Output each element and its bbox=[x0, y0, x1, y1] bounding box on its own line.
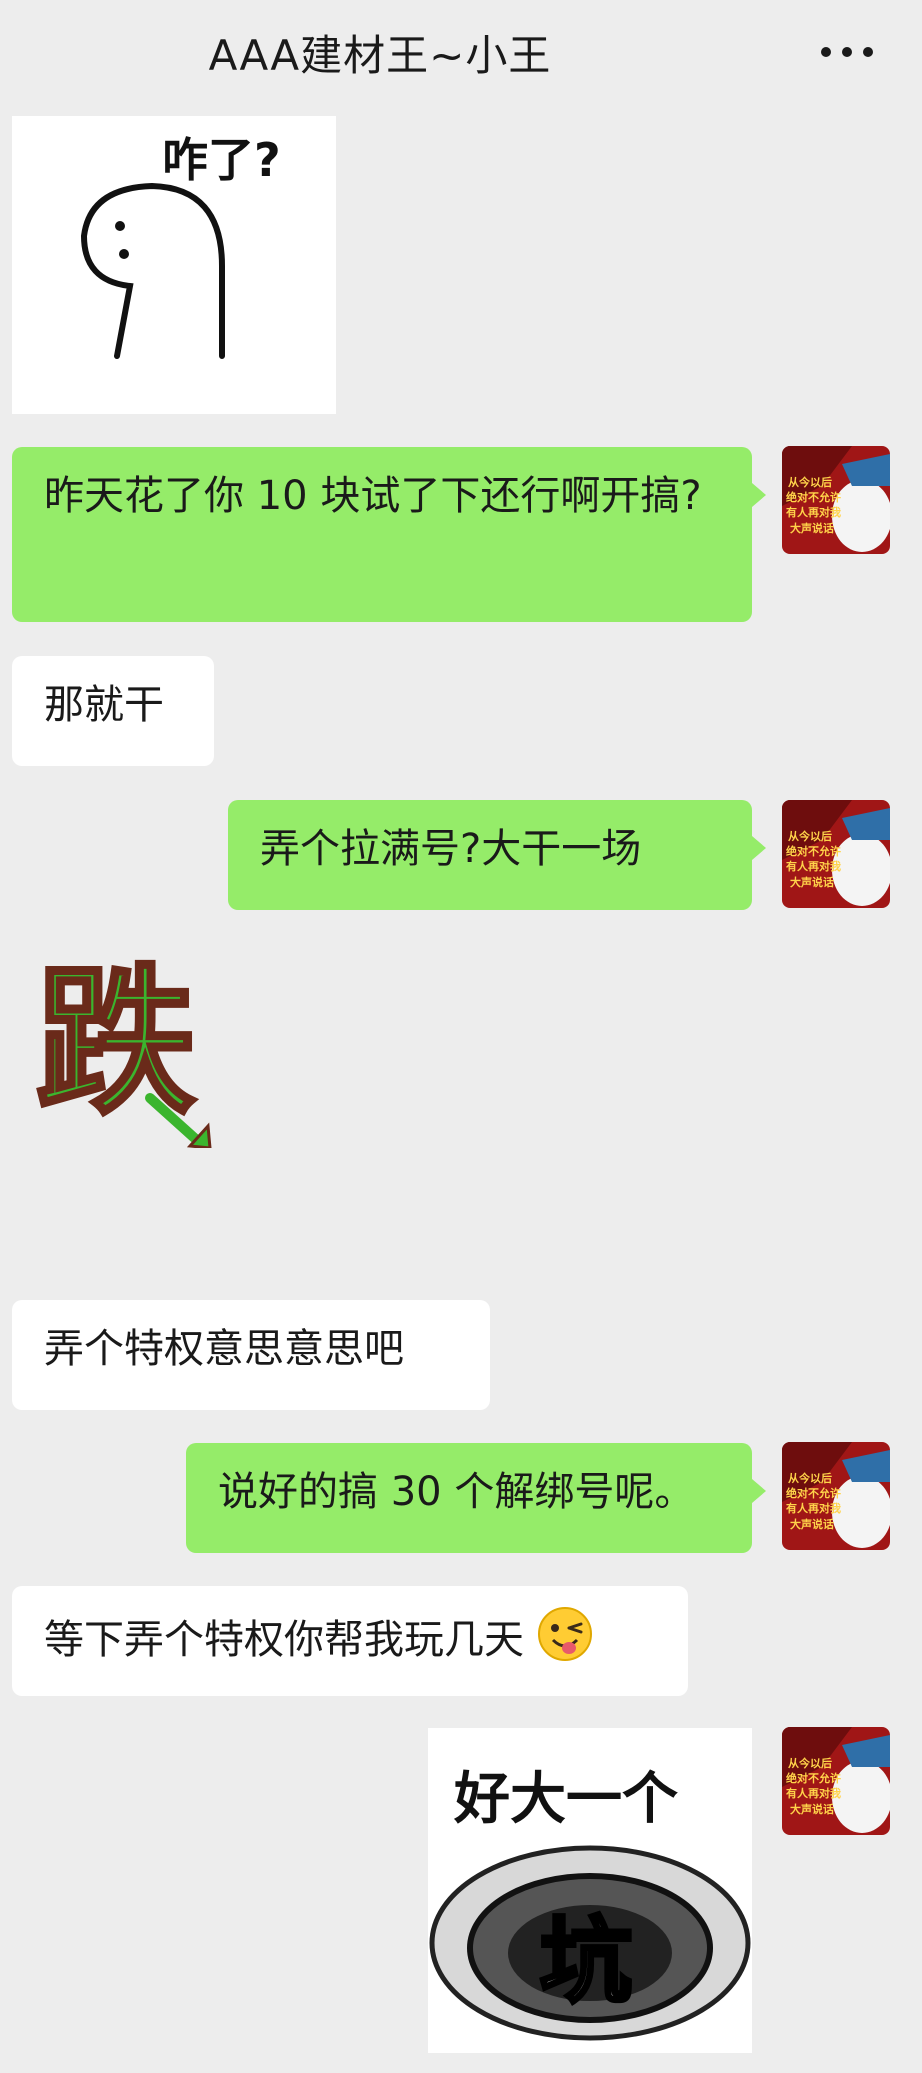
message-text: 弄个特权意思意思吧 bbox=[44, 1326, 404, 1372]
message-text: 说好的搞 30 个解绑号呢。 bbox=[218, 1469, 695, 1515]
avatar-text-3: 有人再对我 bbox=[786, 1501, 841, 1515]
avatar-text-2: 绝对不允许 bbox=[786, 844, 841, 858]
avatar-text-4: 大声说话 bbox=[790, 1802, 834, 1816]
message-bubble-sent[interactable]: 昨天花了你 10 块试了下还行啊开搞? bbox=[12, 447, 766, 622]
sticker-zale-text: 咋了? bbox=[162, 133, 281, 187]
avatar-text-1: 从今以后 bbox=[788, 1471, 832, 1485]
sticker-hole-text-1: 好大一个 bbox=[453, 1767, 678, 1832]
more-dots-icon[interactable] bbox=[812, 30, 882, 60]
message-bubble-sent[interactable]: 弄个拉满号?大干一场 bbox=[228, 800, 766, 910]
sticker-die[interactable]: 跌 bbox=[30, 947, 220, 1150]
avatar-text-1: 从今以后 bbox=[788, 829, 832, 843]
avatar-text-3: 有人再对我 bbox=[786, 1786, 841, 1800]
sticker-hole-text-2: 坑 bbox=[540, 1908, 632, 2015]
avatar[interactable]: 从今以后 绝对不允许 有人再对我 大声说话 bbox=[782, 1442, 890, 1550]
sticker-zale[interactable]: 咋了? bbox=[12, 116, 336, 414]
message-text: 那就干 bbox=[44, 682, 164, 728]
avatar-text-2: 绝对不允许 bbox=[786, 490, 841, 504]
sticker-die-drawing: 跌 bbox=[34, 947, 212, 1150]
message-text: 弄个拉满号?大干一场 bbox=[260, 826, 642, 872]
winking-tongue-emoji bbox=[537, 1606, 593, 1678]
avatar-text-1: 从今以后 bbox=[788, 475, 832, 489]
avatar-text-2: 绝对不允许 bbox=[786, 1486, 841, 1500]
sticker-hole-drawing: 好大一个 坑 bbox=[428, 1728, 752, 2053]
message-bubble-received[interactable]: 弄个特权意思意思吧 bbox=[12, 1300, 490, 1410]
chat-title: AAA建材王~小王 bbox=[208, 31, 552, 80]
avatar[interactable]: 从今以后 绝对不允许 有人再对我 大声说话 bbox=[782, 800, 890, 908]
avatar[interactable]: 从今以后 绝对不允许 有人再对我 大声说话 bbox=[782, 446, 890, 554]
avatar-text-3: 有人再对我 bbox=[786, 859, 841, 873]
message-bubble-received[interactable]: 等下弄个特权你帮我玩几天 bbox=[12, 1586, 688, 1696]
message-text: 等下弄个特权你帮我玩几天 bbox=[44, 1617, 524, 1663]
avatar-text-2: 绝对不允许 bbox=[786, 1771, 841, 1785]
avatar-text-3: 有人再对我 bbox=[786, 505, 841, 519]
avatar-text-4: 大声说话 bbox=[790, 875, 834, 889]
avatar-text-4: 大声说话 bbox=[790, 1517, 834, 1531]
avatar-text-4: 大声说话 bbox=[790, 521, 834, 535]
message-bubble-received[interactable]: 那就干 bbox=[12, 656, 214, 766]
message-text: 昨天花了你 10 块试了下还行啊开搞? bbox=[44, 473, 702, 519]
avatar-text-1: 从今以后 bbox=[788, 1756, 832, 1770]
sticker-hole[interactable]: 好大一个 坑 bbox=[428, 1728, 752, 2053]
sticker-die-text: 跌 bbox=[36, 949, 196, 1136]
avatar[interactable]: 从今以后 绝对不允许 有人再对我 大声说话 bbox=[782, 1727, 890, 1835]
sticker-zale-drawing: 咋了? bbox=[80, 133, 281, 359]
message-bubble-sent[interactable]: 说好的搞 30 个解绑号呢。 bbox=[186, 1443, 766, 1553]
